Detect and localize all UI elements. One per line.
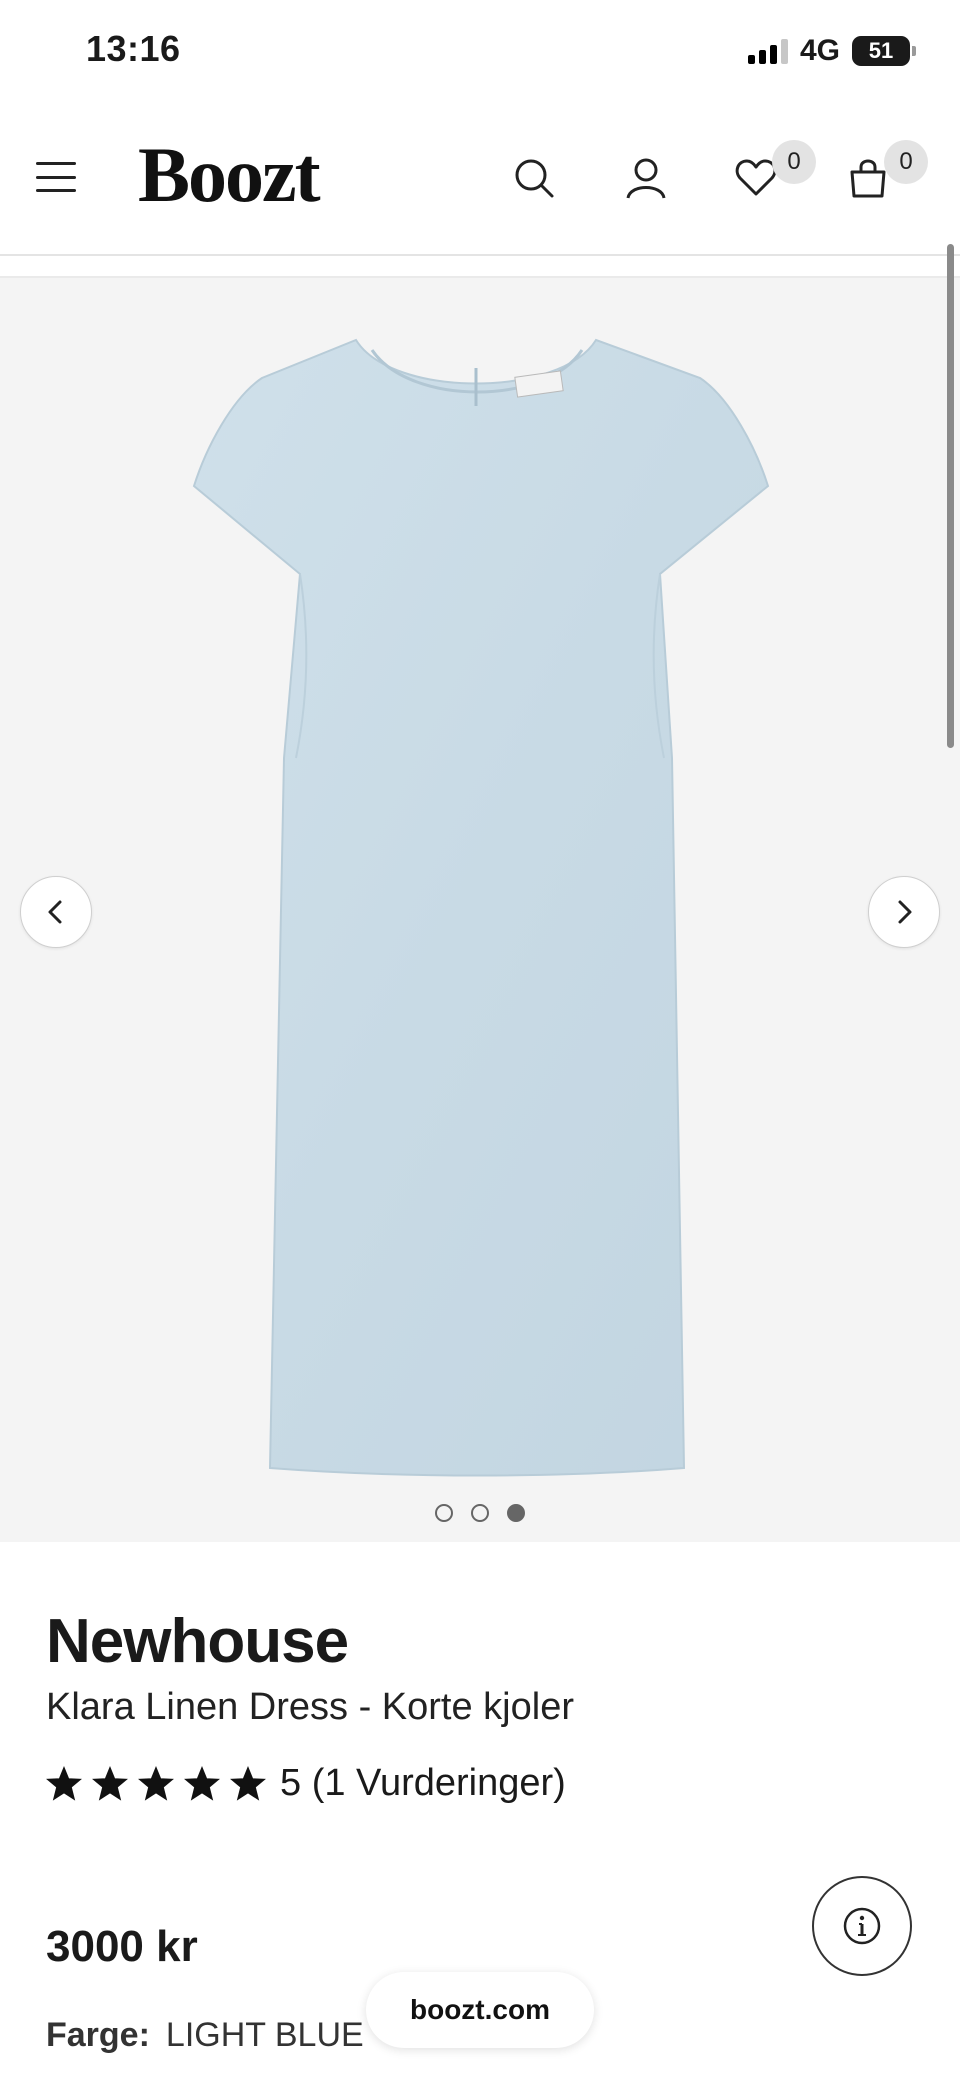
account-icon[interactable]: [620, 152, 672, 204]
gallery-pagination: [0, 1504, 960, 1522]
color-value: LIGHT BLUE: [165, 2016, 364, 2054]
rating-stars: [46, 1765, 266, 1802]
product-name: Klara Linen Dress - Korte kjoler: [46, 1686, 574, 1728]
cart-button[interactable]: 0: [842, 140, 928, 204]
rating-text: 5 (1 Vurderinger): [280, 1762, 566, 1804]
battery-level: 51: [868, 38, 894, 63]
wishlist-button[interactable]: 0: [730, 140, 816, 204]
boozt-logo[interactable]: Boozt: [138, 130, 321, 220]
info-button[interactable]: [812, 1876, 912, 1976]
menu-icon[interactable]: [36, 162, 76, 192]
product-rating[interactable]: 5 (1 Vurderinger): [46, 1762, 566, 1805]
gallery-dot[interactable]: [435, 1504, 453, 1522]
page-scrollbar[interactable]: [947, 244, 954, 748]
chevron-right-icon: [898, 900, 912, 924]
star-icon: [138, 1765, 174, 1801]
info-icon: [843, 1907, 881, 1945]
product-price: 3000 kr: [46, 1922, 198, 1971]
browser-url-bar[interactable]: boozt.com: [366, 1972, 594, 2048]
signal-icon: [747, 38, 788, 64]
status-indicators: 4G 51: [747, 34, 916, 68]
next-image-button[interactable]: [868, 876, 940, 948]
product-image-gallery[interactable]: [0, 278, 960, 1542]
gallery-dot[interactable]: [471, 1504, 489, 1522]
network-type: 4G: [799, 34, 840, 67]
star-icon: [230, 1765, 266, 1801]
status-time: 13:16: [86, 28, 181, 69]
color-label: Farge:: [46, 2016, 150, 2054]
header-divider: [0, 258, 960, 278]
star-icon: [46, 1765, 82, 1801]
star-icon: [184, 1765, 220, 1801]
chevron-left-icon: [48, 900, 62, 924]
battery-icon: 51: [852, 36, 916, 66]
cart-count-badge: 0: [884, 140, 928, 184]
gallery-dot[interactable]: [507, 1504, 525, 1522]
color-row: Farge: LIGHT BLUE: [46, 2016, 364, 2055]
site-header: Boozt 0 0: [0, 100, 960, 256]
star-icon: [92, 1765, 128, 1801]
wishlist-count-badge: 0: [772, 140, 816, 184]
search-icon[interactable]: [508, 152, 560, 204]
product-brand[interactable]: Newhouse: [46, 1606, 349, 1677]
previous-image-button[interactable]: [20, 876, 92, 948]
status-bar: 13:16 4G 51: [0, 0, 960, 100]
product-image: [192, 338, 770, 1477]
